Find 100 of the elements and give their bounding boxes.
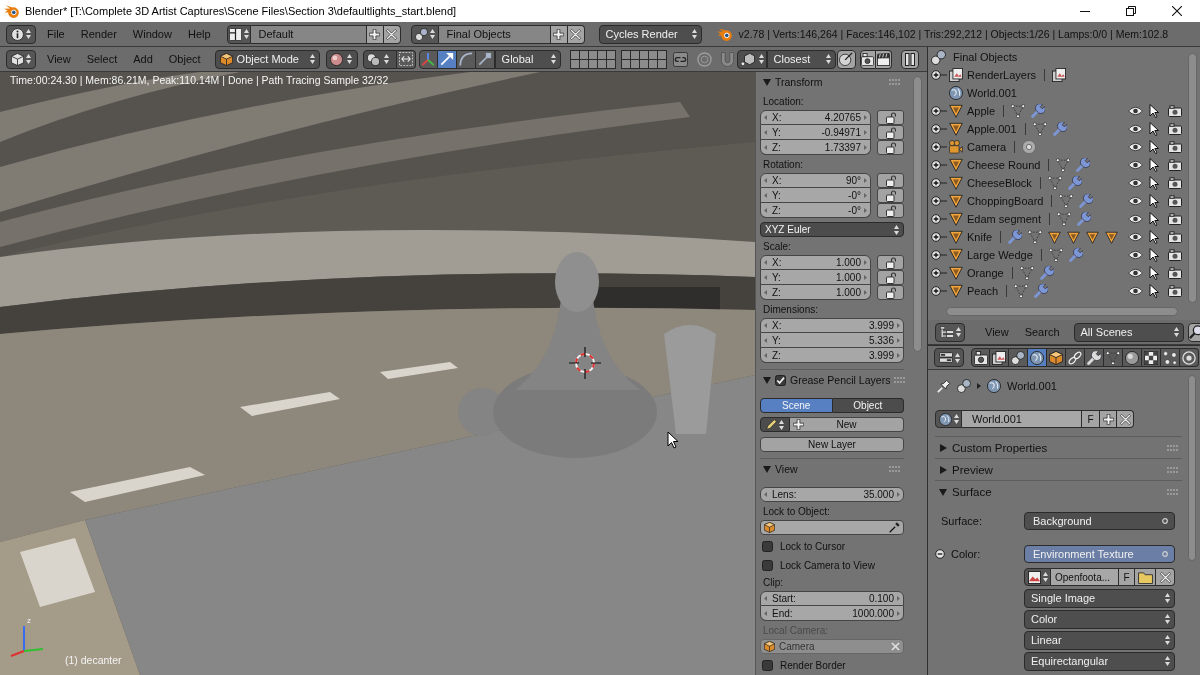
number-field[interactable]: Z: 1.73397: [760, 140, 871, 155]
world-browse-button[interactable]: [935, 410, 962, 428]
lock-toggle[interactable]: [877, 125, 904, 140]
number-field[interactable]: Y: -0.94971: [760, 125, 871, 140]
dropdown[interactable]: Equirectangular: [1024, 651, 1175, 671]
camera-icon[interactable]: [1168, 123, 1182, 135]
outliner-item[interactable]: Cheese Round: [967, 159, 1041, 171]
fake-user-button[interactable]: F: [1119, 568, 1135, 586]
browse-button[interactable]: [760, 417, 790, 432]
menu-item[interactable]: Select: [78, 49, 126, 69]
camera-icon[interactable]: [1168, 249, 1182, 261]
mode-dropdown[interactable]: Object Mode: [214, 49, 320, 69]
disclosure-triangle-icon[interactable]: [939, 487, 947, 496]
eye-icon[interactable]: [1128, 196, 1143, 206]
manipulator-button[interactable]: [475, 49, 495, 69]
manipulator-button[interactable]: [437, 49, 457, 69]
editor-type-button[interactable]: [6, 49, 36, 69]
camera-icon[interactable]: [1168, 177, 1182, 189]
outliner-item[interactable]: Peach: [967, 285, 999, 297]
outliner-item[interactable]: ChoppingBoard: [967, 195, 1044, 207]
camera-icon[interactable]: [1168, 267, 1182, 279]
camera-icon[interactable]: [1168, 285, 1182, 297]
expand-toggle-icon[interactable]: [931, 214, 947, 224]
layout-name-field[interactable]: Default: [250, 24, 367, 44]
lock-toggle[interactable]: [877, 285, 904, 300]
eye-icon[interactable]: [1128, 268, 1143, 278]
context-tab[interactable]: [990, 348, 1009, 367]
dropdown[interactable]: Single Image: [1024, 588, 1175, 608]
expand-toggle-icon[interactable]: [931, 232, 947, 242]
outliner-item[interactable]: Camera: [967, 141, 1007, 153]
layout-browse-button[interactable]: [226, 24, 251, 44]
number-field[interactable]: End: 1000.000: [760, 606, 904, 621]
outliner-item[interactable]: Final Objects: [953, 51, 1018, 63]
expand-toggle-icon[interactable]: [931, 286, 947, 296]
context-tab[interactable]: [1028, 348, 1047, 367]
collapse-toggle-icon[interactable]: [935, 549, 945, 559]
editor-type-button[interactable]: [6, 24, 36, 44]
number-field[interactable]: Y: -0°: [760, 188, 871, 203]
dropdown[interactable]: Color: [1024, 609, 1175, 629]
lock-toggle[interactable]: [877, 188, 904, 203]
outliner-item[interactable]: Apple: [967, 105, 996, 117]
scene-name-field[interactable]: Final Objects: [438, 24, 551, 44]
context-tab[interactable]: [1123, 348, 1142, 367]
outliner-item[interactable]: Edam segment: [967, 213, 1041, 225]
outliner-item[interactable]: CheeseBlock: [967, 177, 1032, 189]
scrollbar[interactable]: [913, 76, 922, 352]
checkbox[interactable]: [762, 541, 773, 552]
expand-toggle-icon[interactable]: [931, 142, 947, 152]
lock-toggle[interactable]: [877, 110, 904, 125]
checkbox[interactable]: [762, 560, 773, 571]
new-button[interactable]: New: [790, 417, 904, 432]
lock-toggle[interactable]: [877, 140, 904, 155]
eye-icon[interactable]: [1128, 124, 1143, 134]
number-field[interactable]: X: 90°: [760, 173, 871, 188]
outliner-item[interactable]: World.001: [967, 87, 1017, 99]
pointer-icon[interactable]: [1149, 158, 1159, 172]
number-field[interactable]: Lens: 35.000: [760, 487, 904, 502]
menu-item[interactable]: File: [39, 24, 73, 44]
render-engine-dropdown[interactable]: Cycles Render: [598, 24, 702, 44]
eye-icon[interactable]: [1128, 250, 1143, 260]
dropdown[interactable]: Linear: [1024, 630, 1175, 650]
number-field[interactable]: Z: 3.999: [760, 348, 904, 363]
menu-item[interactable]: Search: [1016, 322, 1068, 342]
pointer-icon[interactable]: [1149, 230, 1159, 244]
checkbox[interactable]: [762, 660, 773, 671]
pause-button[interactable]: [900, 49, 919, 69]
outliner-item[interactable]: Large Wedge: [967, 249, 1033, 261]
image-name-field[interactable]: Openfoota...: [1051, 568, 1119, 586]
camera-icon[interactable]: [1168, 141, 1182, 153]
number-field[interactable]: Z: -0°: [760, 203, 871, 218]
expand-toggle-icon[interactable]: [931, 106, 947, 116]
context-tab[interactable]: [1047, 348, 1066, 367]
toggle-button[interactable]: Scene: [760, 398, 833, 413]
eye-icon[interactable]: [1128, 214, 1143, 224]
expand-toggle-icon[interactable]: [931, 250, 947, 260]
number-field[interactable]: X: 3.999: [760, 318, 904, 333]
node-link-button[interactable]: Background: [1024, 512, 1175, 530]
pointer-icon[interactable]: [1149, 284, 1159, 298]
camera-icon[interactable]: [1168, 105, 1182, 117]
image-browse-button[interactable]: [1024, 568, 1051, 586]
render-image-button[interactable]: [859, 49, 876, 69]
new-layer-button[interactable]: New Layer: [760, 437, 904, 452]
editor-type-button[interactable]: [934, 348, 964, 367]
camera-icon[interactable]: [1168, 231, 1182, 243]
panel-title[interactable]: Preview: [952, 463, 993, 476]
panel-title[interactable]: Transform: [775, 76, 823, 88]
lock-layers-button[interactable]: [671, 49, 689, 69]
context-tab[interactable]: [1009, 348, 1028, 367]
outliner-item[interactable]: Orange: [967, 267, 1004, 279]
search-button[interactable]: [1187, 322, 1200, 342]
3d-cursor-icon[interactable]: [569, 347, 601, 379]
node-link-button[interactable]: Environment Texture: [1024, 545, 1175, 563]
camera-icon[interactable]: [1168, 195, 1182, 207]
number-field[interactable]: X: 4.20765: [760, 110, 871, 125]
eye-icon[interactable]: [1128, 286, 1143, 296]
menu-item[interactable]: Object: [160, 49, 209, 69]
disclosure-triangle-icon[interactable]: [939, 443, 947, 452]
camera-icon[interactable]: [1168, 213, 1182, 225]
unlink-world-button[interactable]: [1117, 410, 1134, 428]
dropdown[interactable]: XYZ Euler: [760, 222, 904, 237]
